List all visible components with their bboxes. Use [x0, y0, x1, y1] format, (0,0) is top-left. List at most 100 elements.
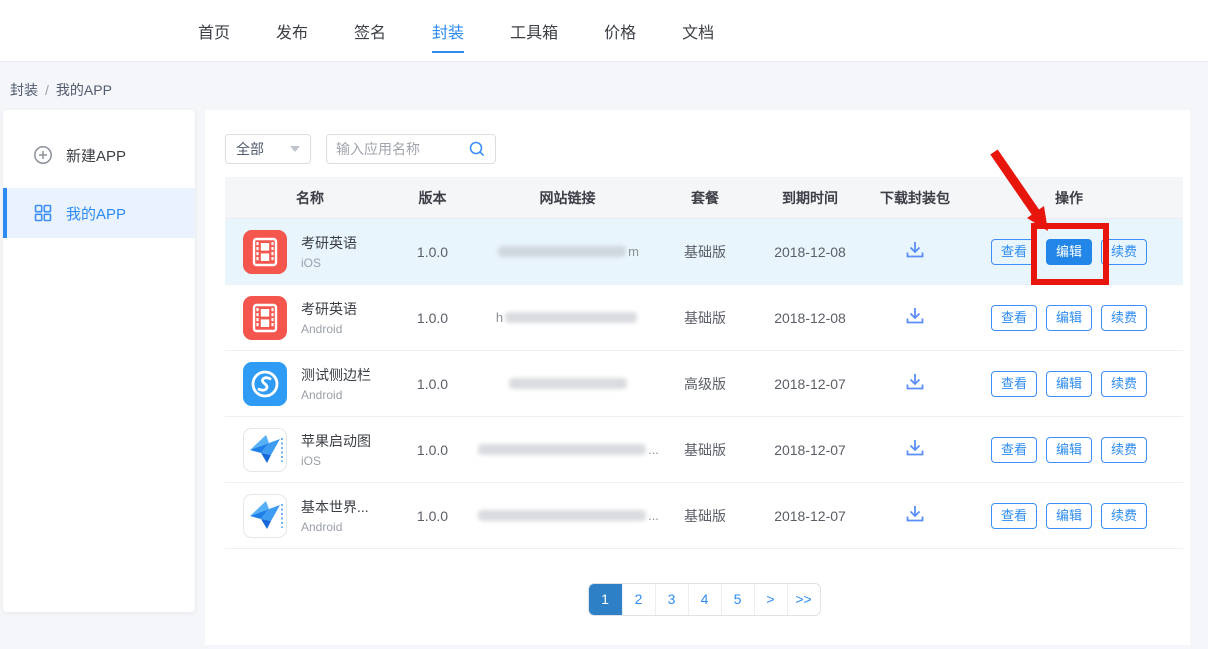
table-header: 名称 版本 网站链接 套餐 到期时间 下载封装包 操作 [225, 177, 1183, 219]
app-name: 考研英语 [301, 299, 357, 319]
app-link-cell: ... [470, 508, 665, 523]
download-button[interactable] [904, 503, 926, 525]
download-button[interactable] [904, 239, 926, 261]
column-header-actions: 操作 [955, 188, 1183, 208]
apps-table: 名称 版本 网站链接 套餐 到期时间 下载封装包 操作 考研英语 iOS [225, 177, 1183, 549]
app-name-cell: 测试侧边栏 Android [225, 362, 395, 406]
app-plan: 基础版 [665, 506, 745, 526]
page-button[interactable]: 3 [655, 584, 688, 615]
app-plan: 基础版 [665, 242, 745, 262]
nav-item[interactable]: 工具箱 [510, 19, 558, 43]
nav-item[interactable]: 发布 [276, 19, 308, 43]
search-icon[interactable] [468, 140, 486, 158]
renew-button[interactable]: 续费 [1101, 371, 1147, 397]
page-button[interactable]: 5 [721, 584, 754, 615]
app-link-cell: h [470, 310, 665, 325]
app-expire-date: 2018-12-07 [745, 376, 875, 392]
nav-item[interactable]: 价格 [604, 19, 636, 43]
breadcrumb-separator: / [45, 82, 49, 98]
app-name-cell: 基本世界... Android [225, 494, 395, 538]
view-button[interactable]: 查看 [991, 437, 1037, 463]
actions-cell: 查看 编辑 续费 [955, 371, 1183, 397]
download-button[interactable] [904, 371, 926, 393]
page-button[interactable]: >> [787, 584, 820, 615]
nav-item[interactable]: 首页 [198, 19, 230, 43]
sidebar-item-label: 新建APP [66, 145, 126, 166]
app-name: 测试侧边栏 [301, 365, 371, 385]
app-platform: Android [301, 322, 357, 336]
link-visible-suffix: ... [648, 442, 659, 457]
column-header-link: 网站链接 [470, 188, 665, 208]
edit-button[interactable]: 编辑 [1046, 503, 1092, 529]
actions-cell: 查看 编辑 续费 [955, 305, 1183, 331]
redacted-link [478, 444, 646, 455]
chevron-down-icon [290, 146, 300, 152]
app-expire-date: 2018-12-08 [745, 244, 875, 260]
plus-circle-icon [33, 145, 53, 165]
renew-button[interactable]: 续费 [1101, 239, 1147, 265]
redacted-link [478, 510, 646, 521]
view-button[interactable]: 查看 [991, 239, 1037, 265]
page-button[interactable]: 4 [688, 584, 721, 615]
download-button[interactable] [904, 437, 926, 459]
top-nav: 首页 发布 签名 封装 工具箱 价格 文档 [0, 0, 1208, 62]
edit-button[interactable]: 编辑 [1046, 437, 1092, 463]
nav-item[interactable]: 封装 [432, 19, 464, 43]
column-header-name: 名称 [225, 188, 395, 208]
redacted-link [505, 312, 637, 323]
page-button[interactable]: 2 [622, 584, 655, 615]
sidebar-item[interactable]: 我的APP [3, 188, 195, 238]
app-plan: 高级版 [665, 374, 745, 394]
app-version: 1.0.0 [395, 508, 470, 524]
film-red-icon [243, 230, 287, 274]
edit-button[interactable]: 编辑 [1046, 239, 1092, 265]
sidebar-item[interactable]: 新建APP [3, 130, 195, 180]
actions-cell: 查看 编辑 续费 [955, 437, 1183, 463]
app-platform: iOS [301, 256, 357, 270]
app-plan: 基础版 [665, 440, 745, 460]
toolbar: 全部 [225, 134, 1190, 164]
app-link-cell: m [470, 244, 665, 259]
filter-dropdown[interactable]: 全部 [225, 134, 311, 164]
filter-value: 全部 [236, 139, 264, 159]
app-expire-date: 2018-12-07 [745, 442, 875, 458]
view-button[interactable]: 查看 [991, 503, 1037, 529]
search-box [326, 134, 496, 164]
page-button[interactable]: > [754, 584, 787, 615]
redacted-link [509, 378, 627, 389]
renew-button[interactable]: 续费 [1101, 305, 1147, 331]
app-link-cell [470, 378, 665, 389]
app-platform: Android [301, 388, 371, 402]
download-cell [875, 437, 955, 462]
app-name-cell: 考研英语 Android [225, 296, 395, 340]
page-button[interactable]: 1 [589, 584, 622, 615]
column-header-download: 下载封装包 [875, 188, 955, 208]
renew-button[interactable]: 续费 [1101, 503, 1147, 529]
app-platform: Android [301, 520, 369, 534]
view-button[interactable]: 查看 [991, 371, 1037, 397]
app-name: 苹果启动图 [301, 431, 371, 451]
app-version: 1.0.0 [395, 442, 470, 458]
table-row: 考研英语 iOS 1.0.0 m 基础版 2018-12-08 [225, 219, 1183, 285]
download-button[interactable] [904, 305, 926, 327]
edit-button[interactable]: 编辑 [1046, 305, 1092, 331]
edit-button[interactable]: 编辑 [1046, 371, 1092, 397]
renew-button[interactable]: 续费 [1101, 437, 1147, 463]
app-expire-date: 2018-12-08 [745, 310, 875, 326]
link-visible-suffix: ... [648, 508, 659, 523]
nav-item[interactable]: 文档 [682, 19, 714, 43]
link-visible-prefix: h [496, 310, 503, 325]
app-name: 考研英语 [301, 233, 357, 253]
sidebar-item-label: 我的APP [66, 203, 126, 224]
search-input[interactable] [336, 141, 468, 157]
view-button[interactable]: 查看 [991, 305, 1037, 331]
breadcrumb-section[interactable]: 封装 [10, 82, 38, 98]
app-plan: 基础版 [665, 308, 745, 328]
download-cell [875, 239, 955, 264]
s-circle-icon [243, 362, 287, 406]
film-red-icon [243, 296, 287, 340]
nav-item[interactable]: 签名 [354, 19, 386, 43]
app-name-cell: 苹果启动图 iOS [225, 428, 395, 472]
pagination: 1 2 3 4 5 > >> [225, 583, 1183, 616]
app-name-cell: 考研英语 iOS [225, 230, 395, 274]
